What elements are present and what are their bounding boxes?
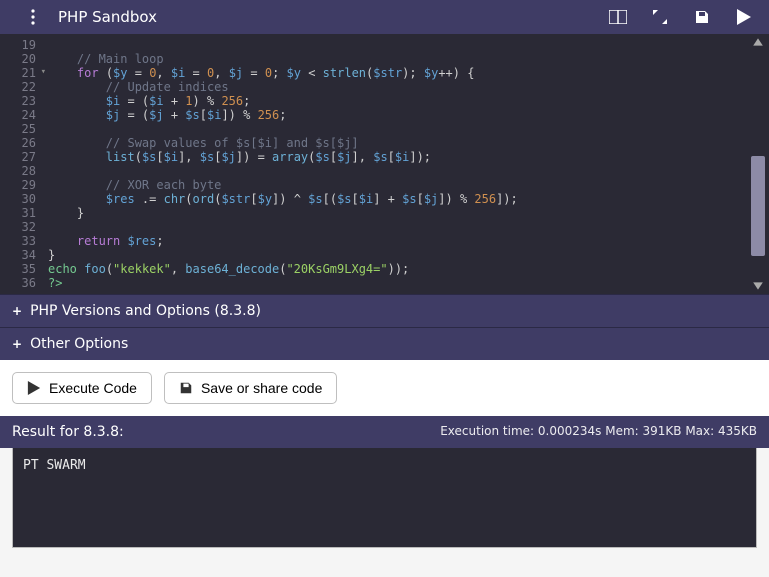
editor-scrollbar[interactable] [751, 38, 765, 290]
result-stats: Execution time: 0.000234s Mem: 391KB Max… [440, 424, 757, 440]
code-editor[interactable]: 192021222324252627282930313233343536 // … [0, 34, 769, 294]
line-gutter: 192021222324252627282930313233343536 [0, 34, 42, 294]
execute-button[interactable]: Execute Code [12, 372, 152, 404]
menu-icon[interactable] [16, 0, 50, 34]
save-icon [179, 381, 193, 395]
top-bar: PHP Sandbox [0, 0, 769, 34]
save-share-button[interactable]: Save or share code [164, 372, 337, 404]
save-share-button-label: Save or share code [201, 380, 322, 396]
run-icon[interactable] [727, 0, 761, 34]
result-output: PT SWARM [12, 448, 757, 548]
code-area[interactable]: // Main loop for ($y = 0, $i = 0, $j = 0… [42, 34, 769, 294]
result-header: Result for 8.3.8: Execution time: 0.0002… [0, 416, 769, 448]
scroll-up-icon[interactable] [752, 36, 764, 48]
action-buttons: Execute Code Save or share code [0, 360, 769, 416]
play-icon [27, 381, 41, 395]
panel-other-options-label: Other Options [30, 336, 128, 352]
panel-other-options[interactable]: Other Options [0, 327, 769, 360]
panel-php-versions[interactable]: PHP Versions and Options (8.3.8) [0, 294, 769, 327]
expand-plus-icon [12, 303, 30, 319]
save-icon[interactable] [685, 0, 719, 34]
panels-icon[interactable] [601, 0, 635, 34]
expand-plus-icon [12, 336, 30, 352]
expand-icon[interactable] [643, 0, 677, 34]
app-title: PHP Sandbox [58, 8, 593, 26]
result-title: Result for 8.3.8: [12, 424, 124, 440]
panel-php-versions-label: PHP Versions and Options (8.3.8) [30, 303, 261, 319]
execute-button-label: Execute Code [49, 380, 137, 396]
scroll-thumb[interactable] [751, 156, 765, 256]
scroll-down-icon[interactable] [752, 280, 764, 292]
